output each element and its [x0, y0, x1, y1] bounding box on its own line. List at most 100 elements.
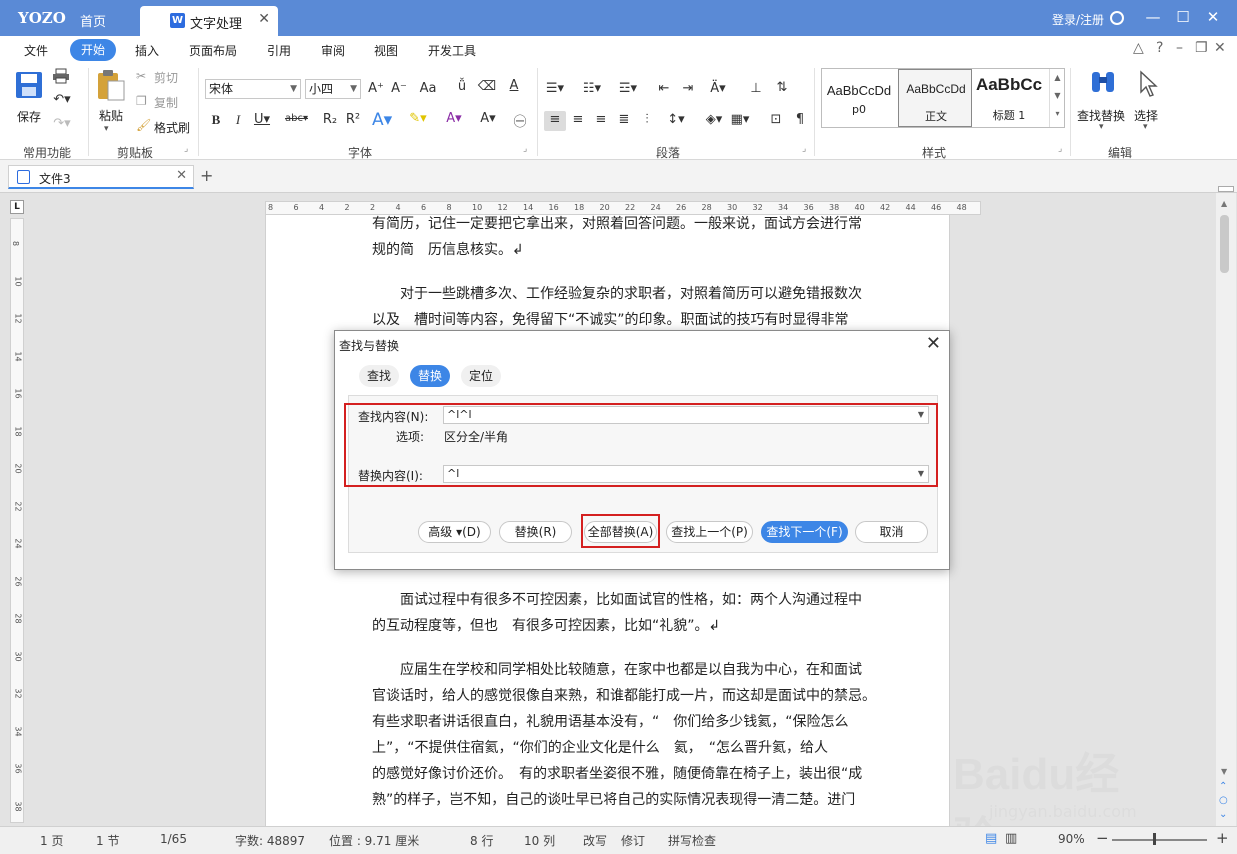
binoculars-icon[interactable]	[1088, 68, 1118, 98]
tab-find[interactable]: 查找	[359, 365, 399, 387]
advanced-button[interactable]: 高级 ▾(D)	[418, 521, 491, 543]
char-width-icon[interactable]: ⊥	[746, 81, 766, 96]
browse-object-icon[interactable]: ○	[1219, 795, 1228, 806]
paragraph-launcher-icon[interactable]: ⌟	[802, 144, 806, 154]
minimize-icon[interactable]: —	[1143, 8, 1163, 26]
subscript-icon[interactable]: R₂	[320, 112, 340, 127]
italic-icon[interactable]: I	[228, 112, 248, 128]
bullets-icon[interactable]: ☰▾	[545, 81, 565, 96]
dialog-close-icon[interactable]: ✕	[926, 333, 941, 354]
menu-review[interactable]: 审阅	[321, 42, 345, 59]
underline-icon[interactable]: U▾	[252, 112, 272, 127]
split-handle[interactable]	[1218, 186, 1234, 192]
paste-button[interactable]: 粘贴	[99, 107, 123, 124]
menu-references[interactable]: 引用	[267, 42, 291, 59]
restore-doc-icon[interactable]: ❐	[1195, 40, 1208, 56]
paste-dropdown-icon[interactable]: ▾	[104, 124, 109, 134]
word-processor-tab[interactable]: W 文字处理 ✕	[140, 6, 278, 36]
next-page-icon[interactable]: ⌄	[1219, 809, 1227, 820]
home-tab[interactable]: 首页	[80, 11, 106, 30]
char-border-icon[interactable]: A	[504, 78, 524, 93]
style-p0[interactable]: AaBbCcDd p0	[822, 69, 896, 127]
font-name-select[interactable]: 宋体 ▼	[205, 79, 301, 99]
multilevel-list-icon[interactable]: ☲▾	[618, 81, 638, 96]
scroll-up-icon[interactable]: ▲	[1221, 199, 1227, 208]
save-icon[interactable]	[14, 70, 44, 100]
align-center-icon[interactable]: ≡	[568, 112, 588, 127]
increase-indent-icon[interactable]: ⇥	[678, 81, 698, 96]
redo-icon[interactable]: ↷▾	[52, 116, 72, 131]
menu-insert[interactable]: 插入	[135, 42, 159, 59]
zoom-slider-knob[interactable]	[1153, 833, 1156, 845]
find-input[interactable]: ^l^l ▼	[443, 406, 929, 424]
font-color-icon[interactable]: A▾	[444, 111, 464, 126]
add-tab-icon[interactable]: +	[200, 166, 213, 185]
styles-launcher-icon[interactable]: ⌟	[1058, 144, 1062, 154]
prev-page-icon[interactable]: ⌃	[1219, 781, 1227, 792]
tab-replace[interactable]: 替换	[410, 365, 450, 387]
zoom-level[interactable]: 90%	[1058, 832, 1085, 846]
undo-icon[interactable]: ↶▾	[52, 92, 72, 107]
horizontal-ruler[interactable]: 8 6 4 2 2 4 6 8 10 12 14 16 18 20 22 24 26 28 30 32 34 36 38 40…	[265, 201, 981, 215]
borders-icon[interactable]: ▦▾	[730, 112, 750, 127]
menu-developer[interactable]: 开发工具	[428, 42, 476, 59]
close-window-icon[interactable]: ✕	[1203, 8, 1223, 26]
collapse-ribbon-icon[interactable]: △	[1133, 40, 1144, 56]
style-heading-1[interactable]: AaBbCc 标题 1	[972, 69, 1046, 127]
clear-format-icon[interactable]: ⌫	[477, 79, 497, 94]
style-normal[interactable]: AaBbCcDd 正文	[898, 69, 972, 127]
user-icon[interactable]	[1110, 11, 1124, 25]
chevron-down-icon[interactable]: ▼	[918, 466, 924, 482]
login-link[interactable]: 登录/注册	[1052, 11, 1104, 28]
paste-icon[interactable]	[95, 68, 127, 102]
status-word-count[interactable]: 字数: 48897	[235, 832, 305, 849]
align-left-icon[interactable]: ≡	[545, 112, 565, 127]
find-dropdown-icon[interactable]: ▾	[1099, 122, 1104, 132]
distribute-icon[interactable]: ⫶	[637, 112, 657, 127]
close-file-tab-icon[interactable]: ✕	[176, 168, 187, 183]
paragraph-settings-icon[interactable]: ⊡	[766, 112, 786, 127]
minimize-doc-icon[interactable]: –	[1176, 40, 1183, 56]
shrink-font-icon[interactable]: A⁻	[389, 81, 409, 96]
menu-home[interactable]: 开始	[70, 39, 116, 61]
help-icon[interactable]: ?	[1156, 40, 1163, 56]
status-revise[interactable]: 修订	[621, 832, 645, 849]
char-shading-icon[interactable]: A▾	[478, 111, 498, 126]
maximize-icon[interactable]: ☐	[1173, 8, 1193, 26]
select-dropdown-icon[interactable]: ▾	[1143, 122, 1148, 132]
show-marks-icon[interactable]: ¶	[790, 112, 810, 127]
status-spellcheck[interactable]: 拼写检查	[668, 832, 716, 849]
scroll-down-icon[interactable]: ▼	[1221, 767, 1227, 776]
line-spacing-icon[interactable]: ↕▾	[666, 112, 686, 127]
text-effect-icon[interactable]: A▾	[372, 110, 392, 130]
align-right-icon[interactable]: ≡	[591, 112, 611, 127]
scroll-thumb[interactable]	[1220, 215, 1229, 273]
status-overwrite[interactable]: 改写	[583, 832, 607, 849]
enclose-char-icon[interactable]: ㊀	[510, 111, 530, 130]
menu-view[interactable]: 视图	[374, 42, 398, 59]
close-doc-icon[interactable]: ✕	[1214, 40, 1226, 56]
highlight-icon[interactable]: ✎▾	[408, 111, 428, 126]
zoom-in-icon[interactable]: +	[1216, 829, 1229, 847]
zoom-slider[interactable]	[1112, 839, 1207, 841]
strikethrough-icon[interactable]: abc▾	[285, 113, 308, 124]
cancel-button[interactable]: 取消	[855, 521, 928, 543]
page-view-icon[interactable]: ▤	[985, 831, 997, 846]
font-size-select[interactable]: 小四 ▼	[305, 79, 361, 99]
font-launcher-icon[interactable]: ⌟	[523, 144, 527, 154]
decrease-indent-icon[interactable]: ⇤	[654, 81, 674, 96]
cursor-arrow-icon[interactable]	[1137, 70, 1159, 98]
paragraph-shading-icon[interactable]: ◈▾	[704, 112, 724, 127]
bold-icon[interactable]: B	[206, 112, 226, 128]
chinese-layout-icon[interactable]: Ä▾	[708, 81, 728, 96]
justify-icon[interactable]: ≣	[614, 112, 634, 127]
file-tab[interactable]: 文件3 ✕	[8, 165, 194, 189]
format-painter-icon[interactable]: 🖌	[136, 118, 151, 132]
web-view-icon[interactable]: ▥	[1005, 831, 1017, 846]
tab-stop-selector[interactable]: L	[10, 200, 24, 214]
print-icon[interactable]	[52, 68, 70, 84]
copy-icon[interactable]: ❐	[136, 94, 147, 108]
replace-button[interactable]: 替换(R)	[499, 521, 572, 543]
find-next-button[interactable]: 查找下一个(F)	[761, 521, 848, 543]
tab-goto[interactable]: 定位	[461, 365, 501, 387]
